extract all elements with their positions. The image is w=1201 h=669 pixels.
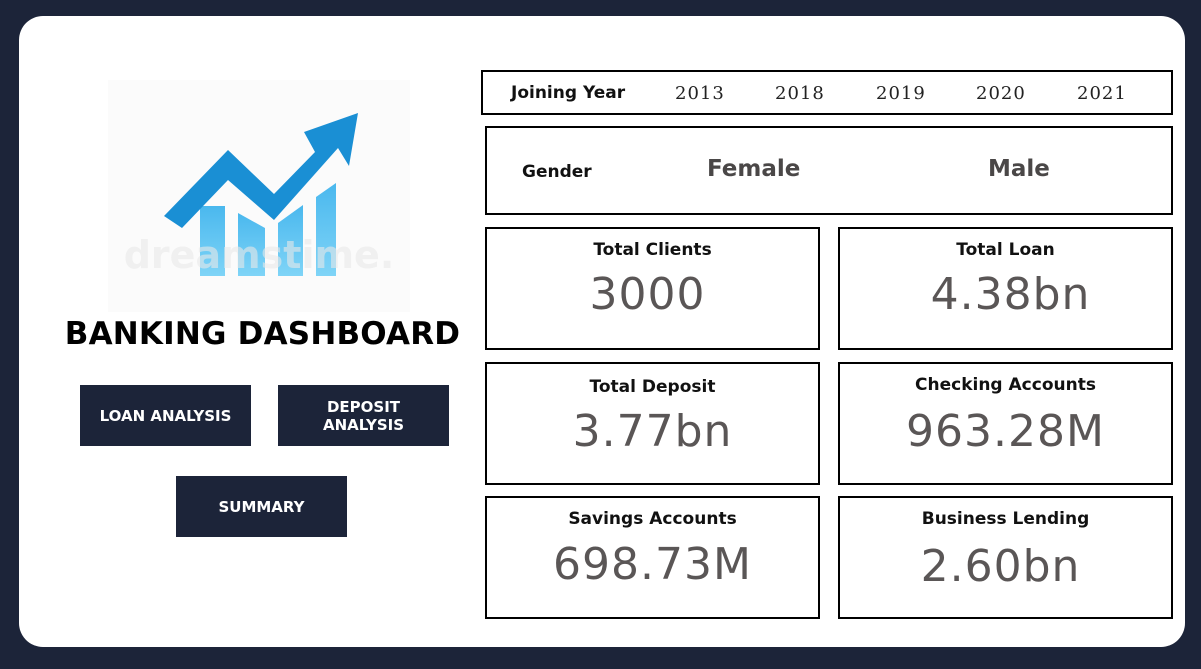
kpi-card-total-deposit: Total Deposit 3.77bn: [485, 362, 820, 485]
kpi-value: 3000: [589, 269, 706, 320]
kpi-label: Checking Accounts: [915, 375, 1096, 395]
trending-up-chart-icon: dreamstime.: [124, 113, 395, 277]
kpi-card-total-loan: Total Loan 4.38bn: [838, 227, 1173, 350]
gender-option-female[interactable]: Female: [707, 156, 800, 182]
kpi-value: 4.38bn: [930, 269, 1091, 320]
kpi-card-business-lending: Business Lending 2.60bn: [838, 496, 1173, 619]
kpi-label: Business Lending: [921, 509, 1090, 529]
kpi-label: Savings Accounts: [568, 509, 737, 529]
year-option-2021[interactable]: 2021: [1077, 83, 1127, 104]
kpi-label: Total Loan: [956, 240, 1055, 260]
joining-year-label: Joining Year: [511, 83, 626, 103]
joining-year-slicer: Joining Year 2013 2018 2019 2020 2021: [481, 70, 1173, 115]
kpi-value: 698.73M: [553, 539, 752, 590]
logo-watermark: dreamstime.: [124, 233, 395, 277]
kpi-card-checking-accounts: Checking Accounts 963.28M: [838, 362, 1173, 485]
kpi-card-savings-accounts: Savings Accounts 698.73M: [485, 496, 820, 619]
deposit-analysis-button[interactable]: DEPOSIT ANALYSIS: [278, 385, 449, 446]
gender-label: Gender: [522, 162, 592, 182]
loan-analysis-button[interactable]: LOAN ANALYSIS: [80, 385, 251, 446]
year-option-2018[interactable]: 2018: [775, 83, 825, 104]
year-option-2019[interactable]: 2019: [876, 83, 926, 104]
year-option-2013[interactable]: 2013: [675, 83, 725, 104]
page-title: BANKING DASHBOARD: [64, 316, 461, 352]
year-option-2020[interactable]: 2020: [976, 83, 1026, 104]
gender-slicer: Gender Female Male: [485, 126, 1173, 215]
kpi-label: Total Deposit: [589, 377, 716, 397]
gender-option-male[interactable]: Male: [988, 156, 1050, 182]
kpi-value: 3.77bn: [572, 406, 733, 457]
kpi-value: 963.28M: [906, 406, 1105, 457]
kpi-value: 2.60bn: [920, 541, 1081, 592]
kpi-card-total-clients: Total Clients 3000: [485, 227, 820, 350]
banking-logo: dreamstime.: [108, 80, 410, 312]
summary-button[interactable]: SUMMARY: [176, 476, 347, 537]
kpi-label: Total Clients: [593, 240, 712, 260]
